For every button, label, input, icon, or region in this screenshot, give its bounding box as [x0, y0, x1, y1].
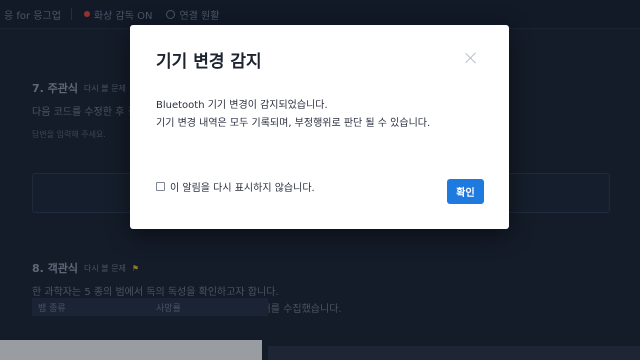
confirm-button[interactable]: 확인 [447, 179, 484, 204]
device-change-dialog: 기기 변경 감지 Bluetooth 기기 변경이 감지되었습니다. 기기 변경… [130, 25, 509, 229]
dialog-title: 기기 변경 감지 [156, 52, 262, 72]
dont-show-again-label: 이 알림을 다시 표시하지 않습니다. [170, 183, 315, 194]
dialog-message-line: Bluetooth 기기 변경이 감지되었습니다. [156, 100, 328, 111]
close-icon[interactable] [465, 52, 477, 64]
dialog-message-line: 기기 변경 내역은 모두 기록되며, 부정행위로 판단 될 수 있습니다. [156, 118, 431, 129]
dont-show-again-checkbox[interactable] [156, 182, 165, 191]
dialog-message: Bluetooth 기기 변경이 감지되었습니다. 기기 변경 내역은 모두 기… [156, 97, 430, 133]
dont-show-again[interactable]: 이 알림을 다시 표시하지 않습니다. [156, 179, 315, 194]
